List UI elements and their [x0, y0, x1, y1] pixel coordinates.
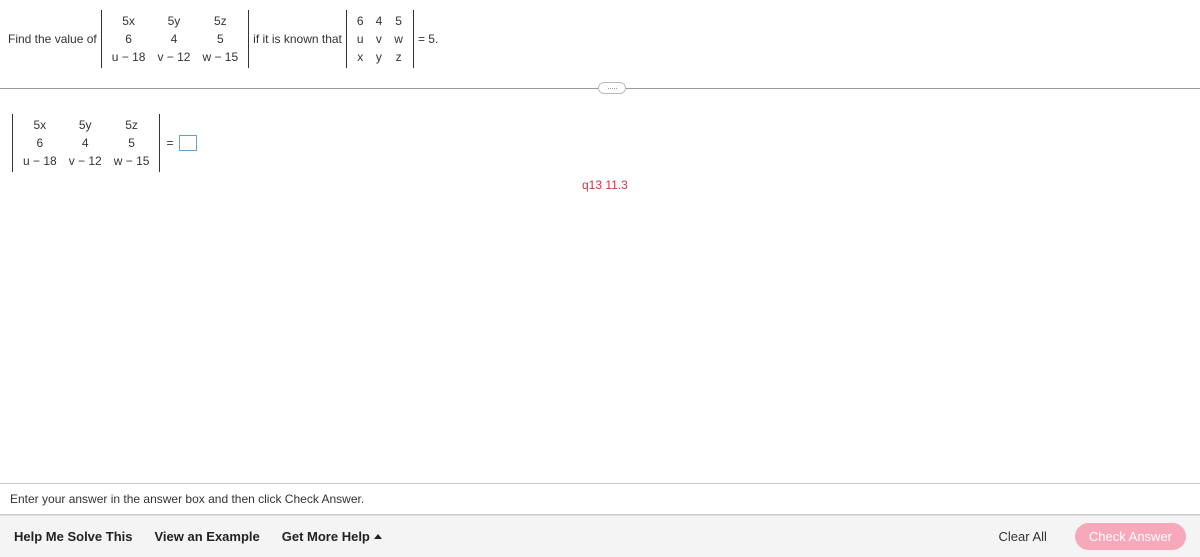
matrix-cell: v	[370, 32, 389, 46]
matrix-cell: 6	[106, 32, 152, 46]
question-prompt-line: Find the value of 5x5y5z645u − 18v − 12w…	[8, 10, 1192, 68]
matrix-cell: 5	[108, 136, 156, 150]
get-more-help-label: Get More Help	[282, 529, 370, 544]
equals-sign: =	[164, 136, 175, 150]
matrix-cell: 6	[17, 136, 63, 150]
question-area: Find the value of 5x5y5z645u − 18v − 12w…	[0, 0, 1200, 74]
matrix-cell: 5z	[196, 14, 244, 28]
get-more-help-button[interactable]: Get More Help	[282, 529, 382, 544]
matrix-cell: 4	[151, 32, 196, 46]
question-reference-note: q13 11.3	[582, 178, 628, 192]
matrix-cell: 4	[63, 136, 108, 150]
check-answer-button[interactable]: Check Answer	[1075, 523, 1186, 550]
determinant-2: 645 uvw xyz	[346, 10, 414, 68]
view-example-button[interactable]: View an Example	[154, 529, 259, 544]
matrix-cell: w	[388, 32, 409, 46]
det-bar-right	[159, 114, 160, 172]
det-bar-right	[413, 10, 414, 68]
matrix-cell: 5y	[151, 14, 196, 28]
matrix-cell: z	[388, 50, 409, 64]
det2-grid: 645 uvw xyz	[347, 10, 413, 68]
matrix-cell: v − 12	[151, 50, 196, 64]
matrix-cell: 5y	[63, 118, 108, 132]
matrix-cell: 5	[196, 32, 244, 46]
matrix-cell: 5x	[17, 118, 63, 132]
matrix-cell: v − 12	[63, 154, 108, 168]
matrix-cell: w − 15	[108, 154, 156, 168]
det-bar-right	[248, 10, 249, 68]
matrix-cell: u − 18	[106, 50, 152, 64]
answer-line: 5x5y5z 645 u − 18v − 12w − 15 =	[12, 114, 1188, 172]
footer-instruction: Enter your answer in the answer box and …	[0, 483, 1200, 515]
view-example-label: View an Example	[154, 529, 259, 544]
matrix-cell: 5	[388, 14, 409, 28]
matrix-cell: 5z	[108, 118, 156, 132]
help-me-solve-label: Help Me Solve This	[14, 529, 132, 544]
matrix-cell: u	[351, 32, 370, 46]
matrix-cell: 4	[370, 14, 389, 28]
matrix-cell: w − 15	[196, 50, 244, 64]
matrix-cell: 6	[351, 14, 370, 28]
prompt-lead: Find the value of	[8, 32, 97, 46]
matrix-cell: y	[370, 50, 389, 64]
answer-input[interactable]	[179, 135, 197, 151]
caret-up-icon	[374, 534, 382, 539]
section-divider	[0, 82, 1200, 94]
help-me-solve-button[interactable]: Help Me Solve This	[14, 529, 132, 544]
work-area: 5x5y5z 645 u − 18v − 12w − 15 =	[0, 104, 1200, 176]
answer-det-grid: 5x5y5z 645 u − 18v − 12w − 15	[13, 114, 159, 172]
answer-determinant: 5x5y5z 645 u − 18v − 12w − 15	[12, 114, 160, 172]
prompt-mid: if it is known that	[253, 32, 342, 46]
matrix-cell: 5x	[106, 14, 152, 28]
matrix-cell: u − 18	[17, 154, 63, 168]
det1-grid: 5x5y5z 645 u − 18v − 12w − 15	[102, 10, 248, 68]
determinant-1: 5x5y5z 645 u − 18v − 12w − 15	[101, 10, 249, 68]
matrix-cell: x	[351, 50, 370, 64]
clear-all-button[interactable]: Clear All	[992, 528, 1052, 545]
divider-handle[interactable]	[598, 82, 626, 94]
bottom-toolbar: Help Me Solve This View an Example Get M…	[0, 515, 1200, 557]
prompt-tail: = 5.	[418, 32, 438, 46]
